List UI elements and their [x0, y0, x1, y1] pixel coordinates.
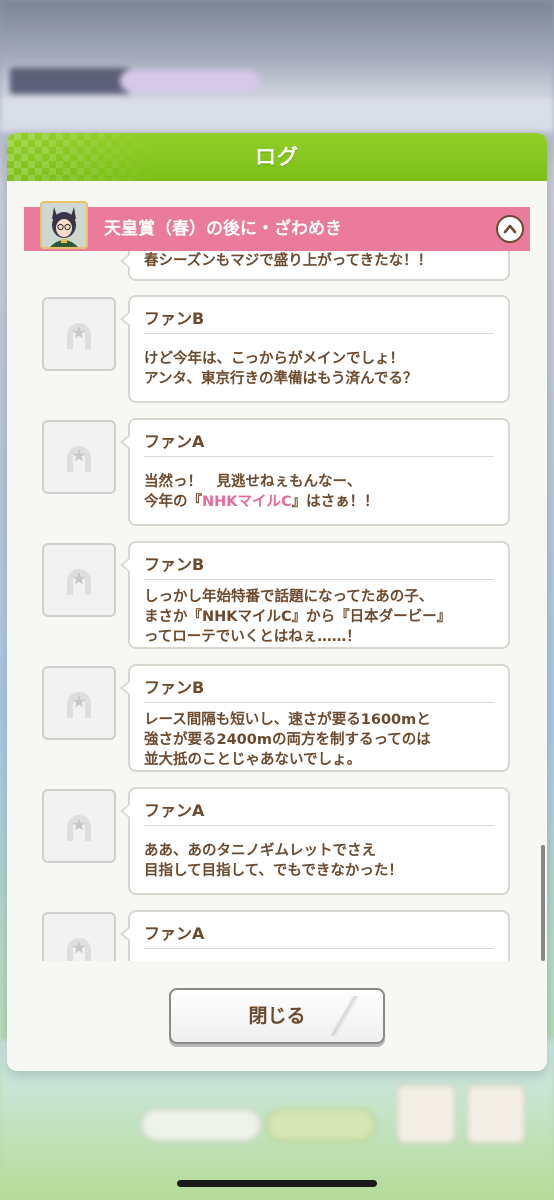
- dialog-title: ログ: [255, 145, 299, 169]
- fan-avatar: [42, 789, 116, 863]
- log-button-blurred: [396, 1084, 456, 1144]
- divider: [144, 702, 494, 703]
- divider: [144, 456, 494, 457]
- message-list[interactable]: 春シーズンもマジで盛り上がってきたな！！ ファンB けど今年は、こっからがメイン…: [24, 251, 530, 961]
- message-text: 当然っ！ 見逃せねぇもんなー、 今年の『NHKマイルC』はさぁ！！: [144, 472, 500, 512]
- speaker-name: ファンB: [144, 678, 205, 697]
- fan-avatar: [42, 297, 116, 371]
- message-bubble: ファンB しっかし年始特番で話題になってたあの子、 まさか『NHKマイルC』から…: [120, 541, 510, 649]
- horseshoe-icon: [67, 569, 91, 595]
- background-panel: [120, 70, 260, 92]
- divider: [144, 579, 494, 580]
- log-dialog: ログ 天皇賞（春）の後に・ざわめき 春シーズンもマジで盛り上がってきたな！！ フ…: [7, 133, 547, 1071]
- horseshoe-icon: [67, 692, 91, 718]
- message-bubble: ファンA: [120, 910, 510, 961]
- background-strip: [0, 96, 554, 132]
- fan-avatar: [42, 666, 116, 740]
- message-text: しっかし年始特番で話題になってたあの子、 まさか『NHKマイルC』から『日本ダー…: [144, 589, 452, 645]
- log-area[interactable]: 天皇賞（春）の後に・ざわめき 春シーズンもマジで盛り上がってきたな！！ ファンB…: [24, 199, 530, 961]
- home-indicator[interactable]: [177, 1180, 377, 1187]
- message-text: レース間隔も短いし、速さが要る1600mと 強さが要る2400mの両方を制するっ…: [144, 712, 431, 768]
- horseshoe-icon: [67, 446, 91, 472]
- horseshoe-icon: [67, 815, 91, 841]
- message-bubble: ファンB けど今年は、こっからがメインでしょ！ アンタ、東京行きの準備はもう済ん…: [120, 295, 510, 403]
- close-button[interactable]: 閉じる: [169, 988, 385, 1044]
- speaker-name: ファンA: [144, 432, 205, 451]
- horseshoe-icon: [67, 323, 91, 349]
- background-panel: [10, 68, 130, 94]
- fan-avatar: [42, 543, 116, 617]
- divider: [144, 333, 494, 334]
- character-avatar: [40, 201, 88, 249]
- horseshoe-icon: [67, 938, 91, 961]
- menu-button-blurred: [466, 1084, 526, 1144]
- message-text: 春シーズンもマジで盛り上がってきたな！！: [144, 253, 433, 269]
- message-bubble: ファンB レース間隔も短いし、速さが要る1600mと 強さが要る2400mの両方…: [120, 664, 510, 772]
- message-text: ああ、あのタニノギムレットでさえ 目指して目指して、でもできなかった！: [144, 843, 403, 879]
- highlighted-race-name: NHKマイルC: [202, 494, 292, 510]
- message-text-part: 』はさぁ！！: [291, 494, 379, 510]
- message-text: けど今年は、こっからがメインでしょ！ アンタ、東京行きの準備はもう済んでる？: [144, 351, 418, 387]
- message-bubble: ファンA ああ、あのタニノギムレットでさえ 目指して目指して、でもできなかった！: [120, 787, 510, 895]
- message-bubble: 春シーズンもマジで盛り上がってきたな！！: [120, 251, 510, 281]
- message-bubble: ファンA 当然っ！ 見逃せねぇもんなー、 今年の『NHKマイルC』はさぁ！！: [120, 418, 510, 526]
- speaker-name: ファンA: [144, 924, 205, 943]
- scrollbar[interactable]: [541, 845, 545, 961]
- collapse-button[interactable]: [496, 215, 524, 243]
- fan-avatar: [42, 420, 116, 494]
- event-title: 天皇賞（春）の後に・ざわめき: [104, 219, 342, 239]
- speaker-name: ファンB: [144, 555, 205, 574]
- speaker-name: ファンA: [144, 801, 205, 820]
- divider: [144, 825, 494, 826]
- chevron-up-icon: [503, 224, 517, 234]
- skip-toggle-blurred: [140, 1108, 262, 1142]
- close-button-label: 閉じる: [248, 1005, 306, 1027]
- auto-button-blurred: [266, 1108, 376, 1142]
- dialog-header: ログ: [7, 133, 547, 181]
- fan-avatar: [42, 912, 116, 961]
- divider: [144, 948, 494, 949]
- speaker-name: ファンB: [144, 309, 205, 328]
- event-banner[interactable]: 天皇賞（春）の後に・ざわめき: [24, 207, 530, 251]
